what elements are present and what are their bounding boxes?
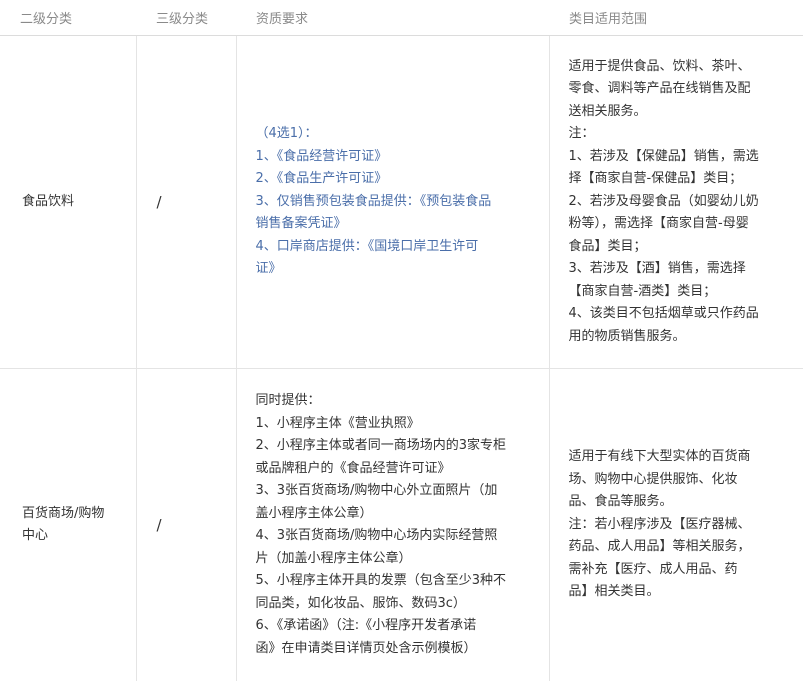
scope-line: 场、购物中心提供服饰、化妆 [568, 471, 738, 487]
scope-line: 1、若涉及【保健品】销售，需选 [568, 148, 759, 164]
scope-line: 适用于有线下大型实体的百货商 [568, 449, 751, 465]
qualification-line: 1、《食品经营许可证》 [255, 148, 388, 164]
header-scope: 类目适用范围 [549, 0, 803, 36]
scope-line: 2、若涉及母婴食品（如婴幼儿奶 [568, 193, 759, 209]
scope-line: 需补充【医疗、成人用品、药 [568, 561, 738, 577]
category-table: 二级分类 三级分类 资质要求 类目适用范围 食品饮料 / （4选1）： 1、《食… [0, 0, 803, 681]
qualification-line: 同品类，如化妆品、服饰、数码3c） [255, 595, 466, 611]
header-level3: 三级分类 [136, 0, 236, 36]
scope-line: 【商家自营-酒类】类目； [568, 283, 717, 299]
row-food-scope: 适用于提供食品、饮料、茶叶、 零食、调料等产品在线销售及配 送相关服务。 注： … [549, 35, 803, 369]
scope-line: 粉等），需选择【商家自营-母婴 [568, 216, 749, 232]
table-row: 百货商场/购物 中心 / 同时提供： 1、小程序主体《营业执照》 2、小程序主体… [0, 368, 803, 681]
level2-line: 中心 [22, 528, 49, 543]
row-food-qualification: （4选1）： 1、《食品经营许可证》 2、《食品生产许可证》 3、仅销售预包装食… [236, 35, 550, 369]
qualification-line: 6、《承诺函》（注:《小程序开发者承诺 [255, 618, 477, 633]
category-qualification-page: 二级分类 三级分类 资质要求 类目适用范围 食品饮料 / （4选1）： 1、《食… [0, 0, 803, 681]
scope-line: 注：若小程序涉及【医疗器械、 [568, 516, 751, 532]
qualification-line: 2、《食品生产许可证》 [255, 171, 388, 187]
qualification-line: 盖小程序主体公章） [255, 505, 373, 521]
scope-line: 3、若涉及【酒】销售，需选择 [568, 261, 746, 277]
header-qualification: 资质要求 [236, 0, 549, 36]
qualification-line: 3、3张百货商场/购物中心外立面照片（加 [255, 483, 498, 498]
table-row: 食品饮料 / （4选1）： 1、《食品经营许可证》 2、《食品生产许可证》 3、… [0, 35, 803, 369]
scope-line: 用的物质销售服务。 [568, 328, 686, 344]
qualification-line: 5、小程序主体开具的发票（包含至少3种不 [255, 573, 507, 588]
scope-line: 药品、成人用品】等相关服务， [568, 539, 751, 555]
qualification-line: 销售备案凭证》 [255, 216, 347, 232]
row-food-level3: / [136, 35, 237, 369]
scope-line: 4、该类目不包括烟草或只作药品 [568, 306, 759, 322]
row-mall-level3: / [136, 368, 237, 681]
header-level2: 二级分类 [0, 0, 136, 36]
scope-line: 品】相关类目。 [568, 584, 660, 600]
scope-line: 送相关服务。 [568, 103, 647, 119]
scope-line: 品、食品等服务。 [568, 494, 673, 510]
table-header-row: 二级分类 三级分类 资质要求 类目适用范围 [0, 0, 803, 36]
row-mall-level2: 百货商场/购物 中心 [0, 368, 137, 681]
row-mall-qualification: 同时提供： 1、小程序主体《营业执照》 2、小程序主体或者同一商场场内的3家专柜… [236, 368, 550, 681]
qualification-line: 4、口岸商店提供：《国境口岸卫生许可 [255, 238, 479, 254]
level2-line: 百货商场/购物 [22, 505, 105, 521]
qualification-line: 函》在申请类目详情页处含示例模板） [255, 640, 477, 656]
scope-line: 零食、调料等产品在线销售及配 [568, 81, 751, 97]
qualification-line: （4选1）： [255, 126, 318, 142]
scope-line: 择【商家自营-保健品】类目； [568, 171, 743, 187]
qualification-line: 或品牌租户的《食品经营许可证》 [255, 460, 451, 476]
row-food-level2: 食品饮料 [0, 35, 137, 369]
qualification-line: 3、仅销售预包装食品提供：《预包装食品 [255, 193, 492, 209]
row-mall-scope: 适用于有线下大型实体的百货商 场、购物中心提供服饰、化妆 品、食品等服务。 注：… [549, 368, 803, 681]
qualification-line: 2、小程序主体或者同一商场场内的3家专柜 [255, 438, 507, 453]
scope-line: 食品】类目； [568, 238, 647, 254]
qualification-line: 证》 [255, 261, 282, 277]
qualification-line: 同时提供： [255, 393, 321, 408]
qualification-line: 4、3张百货商场/购物中心场内实际经营照 [255, 528, 498, 543]
qualification-line: 1、小程序主体《营业执照》 [255, 415, 420, 431]
scope-line: 注： [568, 126, 595, 142]
qualification-line: 片（加盖小程序主体公章） [255, 550, 412, 566]
scope-line: 适用于提供食品、饮料、茶叶、 [568, 58, 751, 74]
